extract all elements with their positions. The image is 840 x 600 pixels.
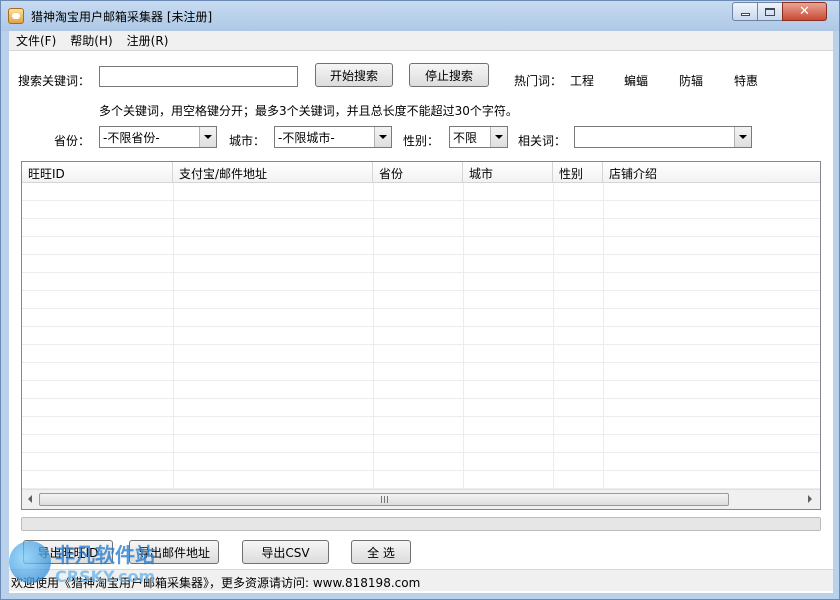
- select-all-button[interactable]: 全 选: [351, 540, 411, 564]
- menu-register[interactable]: 注册(R): [120, 32, 176, 49]
- province-value: -不限省份-: [103, 130, 160, 145]
- column-header-city[interactable]: 城市: [463, 162, 553, 183]
- province-select[interactable]: -不限省份-: [99, 126, 217, 148]
- city-label: 城市：: [229, 134, 266, 148]
- results-table[interactable]: 旺旺ID 支付宝/邮件地址 省份 城市 性别 店铺介绍: [21, 161, 821, 510]
- start-search-button[interactable]: 开始搜索: [315, 63, 393, 87]
- gender-value: 不限: [453, 130, 478, 145]
- column-header-gender[interactable]: 性别: [553, 162, 603, 183]
- menu-file[interactable]: 文件(F): [9, 32, 63, 49]
- status-text: 欢迎使用《猎神淘宝用户邮箱采集器》，更多资源请访问: www.818198.co…: [11, 576, 421, 590]
- hot-words-label: 热门词：: [514, 74, 563, 88]
- column-header-wangwang-id[interactable]: 旺旺ID: [22, 162, 173, 183]
- column-divider: [553, 183, 554, 489]
- minimize-icon: [740, 13, 750, 16]
- table-body[interactable]: [22, 183, 820, 489]
- maximize-icon: [765, 7, 775, 16]
- hot-word-item[interactable]: 特惠: [734, 72, 758, 89]
- chevron-down-icon[interactable]: [374, 127, 391, 147]
- keyword-input[interactable]: [103, 69, 294, 84]
- progress-bar: [21, 517, 821, 531]
- column-divider: [373, 183, 374, 489]
- gender-label: 性别：: [403, 134, 440, 148]
- province-label: 省份：: [54, 134, 91, 148]
- column-divider: [603, 183, 604, 489]
- close-icon: ✕: [799, 4, 810, 19]
- scroll-left-icon[interactable]: [28, 495, 32, 503]
- maximize-button[interactable]: [757, 2, 783, 21]
- hot-word-item[interactable]: 工程: [570, 72, 594, 89]
- scroll-right-icon[interactable]: [808, 495, 812, 503]
- menu-bar: 文件(F) 帮助(H) 注册(R): [9, 31, 833, 51]
- horizontal-scrollbar[interactable]: [22, 489, 820, 509]
- status-bar: 欢迎使用《猎神淘宝用户邮箱采集器》，更多资源请访问: www.818198.co…: [9, 569, 833, 591]
- stop-search-button[interactable]: 停止搜索: [409, 63, 489, 87]
- chevron-down-icon[interactable]: [490, 127, 507, 147]
- keyword-input-box[interactable]: [99, 66, 298, 87]
- chevron-down-icon[interactable]: [734, 127, 751, 147]
- city-value: -不限城市-: [278, 130, 335, 145]
- close-button[interactable]: ✕: [782, 2, 827, 21]
- keyword-label: 搜索关键词：: [18, 74, 91, 88]
- related-select[interactable]: [574, 126, 752, 148]
- window-title: 猎神淘宝用户邮箱采集器 [未注册]: [31, 10, 213, 24]
- gender-select[interactable]: 不限: [449, 126, 508, 148]
- column-header-email[interactable]: 支付宝/邮件地址: [173, 162, 373, 183]
- chevron-down-icon[interactable]: [199, 127, 216, 147]
- scrollbar-thumb[interactable]: [39, 493, 729, 506]
- export-ids-button[interactable]: 导出旺旺ID: [23, 540, 113, 564]
- keyword-hint: 多个关键词，用空格键分开；最多3个关键词，并且总长度不能超过30个字符。: [99, 104, 518, 118]
- title-bar[interactable]: 猎神淘宝用户邮箱采集器 [未注册] ✕: [1, 1, 839, 31]
- grip-icon: [380, 496, 388, 503]
- client-area: 文件(F) 帮助(H) 注册(R) 搜索关键词： 开始搜索 停止搜索 热门词： …: [9, 31, 833, 593]
- app-window: 猎神淘宝用户邮箱采集器 [未注册] ✕ 文件(F) 帮助(H) 注册(R) 搜索…: [0, 0, 840, 600]
- export-csv-button[interactable]: 导出CSV: [242, 540, 329, 564]
- hot-word-item[interactable]: 蝙蝠: [624, 72, 648, 89]
- column-header-province[interactable]: 省份: [373, 162, 463, 183]
- column-divider: [463, 183, 464, 489]
- menu-help[interactable]: 帮助(H): [63, 32, 119, 49]
- hot-word-item[interactable]: 防辐: [679, 72, 703, 89]
- minimize-button[interactable]: [732, 2, 758, 21]
- related-label: 相关词：: [518, 134, 567, 148]
- export-emails-button[interactable]: 导出邮件地址: [129, 540, 219, 564]
- column-divider: [173, 183, 174, 489]
- table-header: 旺旺ID 支付宝/邮件地址 省份 城市 性别 店铺介绍: [22, 162, 820, 183]
- app-logo-icon: [8, 8, 24, 24]
- column-header-shop-intro[interactable]: 店铺介绍: [603, 162, 820, 183]
- city-select[interactable]: -不限城市-: [274, 126, 392, 148]
